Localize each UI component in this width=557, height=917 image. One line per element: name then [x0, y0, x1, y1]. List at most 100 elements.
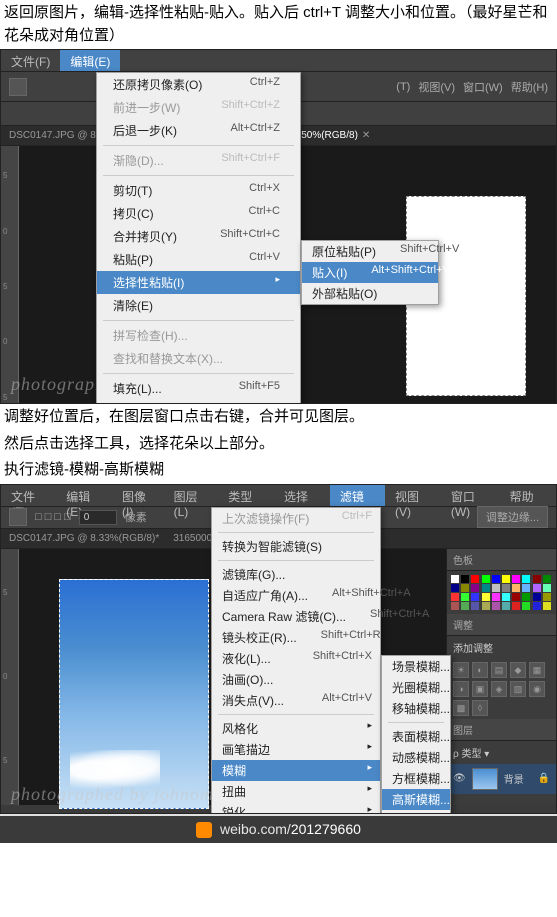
menu-item[interactable]: 画笔描边▸	[212, 739, 380, 760]
menu-item[interactable]: 光圈模糊...	[382, 677, 450, 698]
swatch[interactable]	[451, 602, 459, 610]
swatch[interactable]	[471, 602, 479, 610]
menu-item[interactable]: 拷贝(C)Ctrl+C	[97, 202, 300, 225]
swatch[interactable]	[471, 584, 479, 592]
swatch[interactable]	[471, 593, 479, 601]
menu-item[interactable]: 描边(S)...	[97, 400, 300, 404]
menu-item[interactable]: 风格化▸	[212, 718, 380, 739]
menu-view-2[interactable]: 视图(V)	[385, 485, 441, 506]
menu-item[interactable]: 场景模糊...	[382, 656, 450, 677]
menu-item[interactable]: 还原拷贝像素(O)Ctrl+Z	[97, 73, 300, 96]
swatch[interactable]	[533, 602, 541, 610]
menu-item[interactable]: 后退一步(K)Alt+Ctrl+Z	[97, 119, 300, 142]
menu-item[interactable]: 方框模糊...	[382, 768, 450, 789]
menu-file-2[interactable]: 文件(F)	[1, 485, 56, 506]
menu-item[interactable]: Camera Raw 滤镜(C)...Shift+Ctrl+A	[212, 606, 380, 627]
layer-background[interactable]: 👁 背景 🔒	[447, 764, 556, 794]
swatch[interactable]	[512, 593, 520, 601]
swatches-tab[interactable]: 色板	[447, 549, 556, 571]
swatch[interactable]	[451, 593, 459, 601]
swatch[interactable]	[451, 584, 459, 592]
swatch[interactable]	[461, 584, 469, 592]
swatch[interactable]	[482, 593, 490, 601]
menu-file[interactable]: 文件(F)	[1, 50, 60, 71]
menu-item[interactable]: 合并拷贝(Y)Shift+Ctrl+C	[97, 225, 300, 248]
swatch[interactable]	[492, 584, 500, 592]
swatch[interactable]	[533, 593, 541, 601]
menu-help-2[interactable]: 帮助(H)	[500, 485, 556, 506]
menu-item[interactable]: 转换为智能滤镜(S)	[212, 536, 380, 557]
menu-item[interactable]: 滤镜库(G)...	[212, 564, 380, 585]
adjustments-tab[interactable]: 调整	[447, 614, 556, 636]
menu-item[interactable]: 油画(O)...	[212, 669, 380, 690]
menu-item[interactable]: 原位粘贴(P)Shift+Ctrl+V	[302, 241, 438, 262]
menu-item[interactable]: 剪切(T)Ctrl+X	[97, 179, 300, 202]
swatch[interactable]	[522, 575, 530, 583]
swatch[interactable]	[492, 575, 500, 583]
swatch[interactable]	[512, 584, 520, 592]
menu-item[interactable]: 高斯模糊...	[382, 789, 450, 810]
menu-filter-2[interactable]: 滤镜(T)	[330, 485, 385, 506]
swatch-grid[interactable]	[447, 571, 556, 614]
swatch[interactable]	[512, 602, 520, 610]
swatch[interactable]	[451, 575, 459, 583]
swatch[interactable]	[502, 584, 510, 592]
adjustment-icons[interactable]: ☀◐▤◆▦◑▣◈▨◉▩◊	[447, 659, 556, 719]
menu-layer-2[interactable]: 图层(L)	[164, 485, 219, 506]
menu-item[interactable]: 锐化▸	[212, 802, 380, 814]
doc-tab-3[interactable]: DSC0147.JPG @ 8.33%(RGB/8)*	[9, 533, 159, 544]
doc-tab-1[interactable]: DSC0147.JPG @ 8...	[9, 130, 104, 141]
menu-item[interactable]: 模糊▸	[212, 760, 380, 781]
menu-window-2[interactable]: 窗口(W)	[441, 485, 500, 506]
layer-thumbnail[interactable]	[472, 768, 498, 790]
swatch[interactable]	[543, 575, 551, 583]
menu-type-2[interactable]: 类型(Y)	[218, 485, 274, 506]
layers-tab[interactable]: 图层	[447, 719, 556, 741]
menu-item[interactable]: 扭曲▸	[212, 781, 380, 802]
menu-item[interactable]: 动感模糊...	[382, 747, 450, 768]
menu-edit-2[interactable]: 编辑(E)	[56, 485, 112, 506]
menu-item[interactable]: 表面模糊...	[382, 726, 450, 747]
menu-select-2[interactable]: 选择(S)	[274, 485, 330, 506]
swatch[interactable]	[461, 602, 469, 610]
swatch[interactable]	[543, 602, 551, 610]
menu-item[interactable]: 清除(E)	[97, 294, 300, 317]
swatch[interactable]	[522, 602, 530, 610]
menu-edit[interactable]: 编辑(E)	[60, 50, 120, 71]
swatch[interactable]	[522, 584, 530, 592]
swatch[interactable]	[502, 593, 510, 601]
value-input[interactable]	[79, 510, 117, 525]
swatch[interactable]	[533, 584, 541, 592]
swatch[interactable]	[482, 575, 490, 583]
menu-item[interactable]: 外部粘贴(O)	[302, 283, 438, 304]
menu-image-2[interactable]: 图像(I)	[112, 485, 164, 506]
menu-item[interactable]: 消失点(V)...Alt+Ctrl+V	[212, 690, 380, 711]
tool-icon[interactable]	[9, 78, 27, 96]
swatch[interactable]	[482, 602, 490, 610]
swatch[interactable]	[512, 575, 520, 583]
menu-item[interactable]: 选择性粘贴(I)▸	[97, 271, 300, 294]
swatch[interactable]	[482, 584, 490, 592]
menu-item[interactable]: 进一步模糊	[382, 810, 450, 814]
menu-item[interactable]: 移轴模糊...	[382, 698, 450, 719]
swatch[interactable]	[533, 575, 541, 583]
eye-icon[interactable]: 👁	[453, 773, 466, 784]
swatch[interactable]	[471, 575, 479, 583]
swatch[interactable]	[492, 602, 500, 610]
menu-item[interactable]: 液化(L)...Shift+Ctrl+X	[212, 648, 380, 669]
menu-item[interactable]: 镜头校正(R)...Shift+Ctrl+R	[212, 627, 380, 648]
swatch[interactable]	[522, 593, 530, 601]
swatch[interactable]	[502, 602, 510, 610]
swatch[interactable]	[461, 575, 469, 583]
menu-item[interactable]: 贴入(I)Alt+Shift+Ctrl+V	[302, 262, 438, 283]
swatch[interactable]	[461, 593, 469, 601]
menu-item[interactable]: 填充(L)...Shift+F5	[97, 377, 300, 400]
menu-item[interactable]: 自适应广角(A)...Alt+Shift+Ctrl+A	[212, 585, 380, 606]
swatch[interactable]	[543, 593, 551, 601]
swatch[interactable]	[502, 575, 510, 583]
tool-icon-2[interactable]	[9, 508, 27, 526]
layers-filter[interactable]: ρ 类型 ▾	[447, 741, 556, 764]
menu-item[interactable]: 粘贴(P)Ctrl+V	[97, 248, 300, 271]
sky-image[interactable]	[59, 579, 209, 809]
swatch[interactable]	[492, 593, 500, 601]
